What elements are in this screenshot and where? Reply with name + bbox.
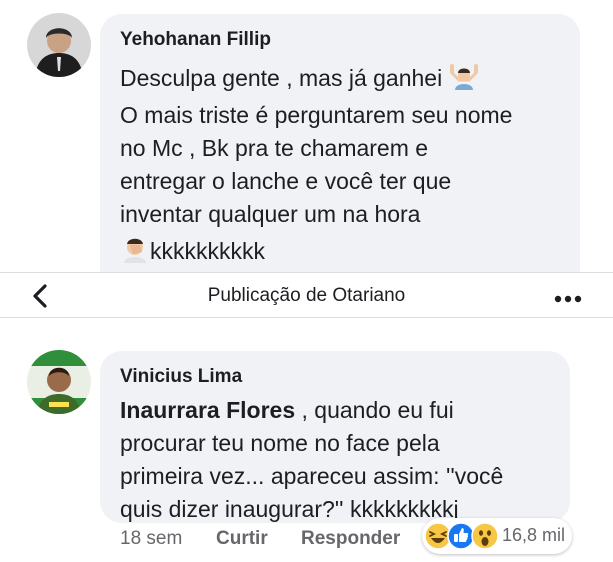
comment-yehohanan: Yehohanan Fillip Desculpa gente , mas já… [0, 0, 613, 272]
comment-line: primeira vez... apareceu assim: ''você [120, 463, 504, 489]
facepalm-emoji [120, 235, 150, 272]
timestamp[interactable]: 18 sem [120, 528, 182, 550]
comment-line: no Mc , Bk pra te chamarem e [120, 135, 429, 161]
ellipsis-icon [554, 295, 582, 303]
comment-line: Desculpa gente , mas já ganhei [120, 65, 443, 91]
reactions-summary[interactable]: 16,8 mil [422, 518, 572, 554]
comment-text: Desculpa gente , mas já ganhei O mais tr… [120, 62, 512, 272]
mention-link[interactable]: Inaurrara Flores [120, 397, 295, 423]
wow-icon [471, 522, 499, 550]
comment-line: procurar teu nome no face pela [120, 430, 440, 456]
comment-author[interactable]: Vinicius Lima [120, 366, 242, 388]
avatar[interactable] [27, 350, 91, 414]
like-button[interactable]: Curtir [216, 528, 268, 550]
more-options-button[interactable] [553, 291, 583, 303]
comment-line: inventar qualquer um na hora [120, 201, 421, 227]
page-title: Publicação de Otariano [207, 285, 406, 306]
comment-line: , quando eu fui [301, 397, 454, 423]
reply-button[interactable]: Responder [301, 528, 400, 550]
post-header-bar: Publicação de Otariano [0, 272, 613, 318]
comment-text: Inaurrara Flores , quando eu fui procura… [120, 394, 503, 526]
laugh-text: kkkkkkkkkk [150, 238, 265, 264]
comment-author[interactable]: Yehohanan Fillip [120, 29, 271, 51]
person-raising-hands-emoji [449, 64, 479, 99]
reaction-count: 16,8 mil [502, 525, 566, 545]
avatar[interactable] [27, 13, 91, 77]
comment-line: O mais triste é perguntarem seu nome [120, 102, 513, 128]
comment-line: entregar o lanche e você ter que [120, 168, 452, 194]
